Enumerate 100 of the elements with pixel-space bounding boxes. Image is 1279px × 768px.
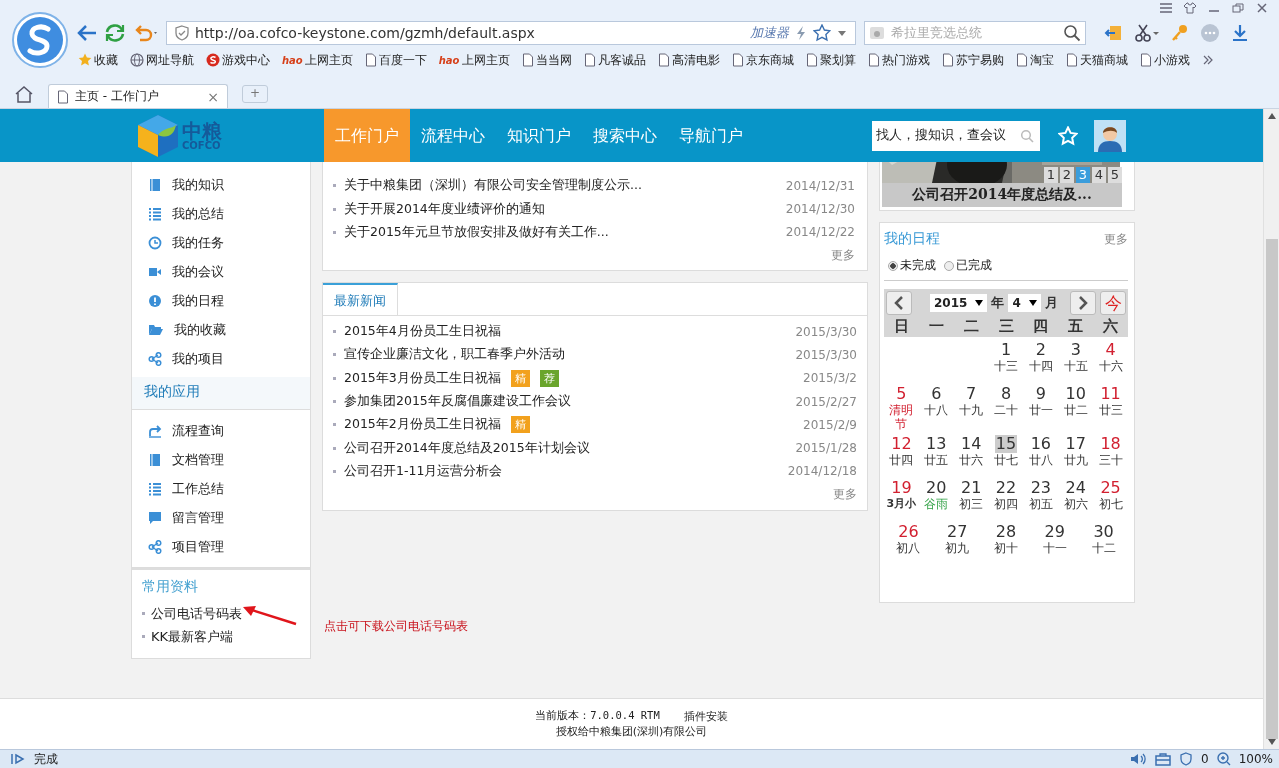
calendar-day[interactable]: 1 十三 — [988, 341, 1024, 381]
sidebar-item[interactable]: 项目管理 — [132, 532, 310, 561]
browser-logo-icon[interactable] — [12, 12, 68, 68]
sidebar-item[interactable]: 我的知识 — [132, 170, 310, 199]
document-link[interactable]: KK最新客户端 — [151, 627, 234, 646]
calendar-day[interactable]: 2 十四 — [1023, 341, 1059, 381]
address-bar[interactable]: http://oa.cofco-keystone.com/gzmh/default.aspx 加速器 — [166, 21, 856, 45]
news-link[interactable]: 2015年3月份员工生日祝福 — [344, 369, 501, 387]
zoom-level[interactable]: 100% — [1238, 752, 1273, 766]
news-link[interactable]: 2015年4月份员工生日祝福 — [344, 323, 501, 341]
sidebar-item[interactable]: 文档管理 — [132, 445, 310, 474]
calendar-day[interactable]: 20 谷雨 — [918, 479, 954, 519]
calendar-day[interactable]: 27 初九 — [932, 523, 982, 563]
calendar-day[interactable]: 10 廿二 — [1058, 385, 1094, 431]
calendar-day[interactable]: 22 初四 — [988, 479, 1024, 519]
bookmark-item[interactable]: 游戏中心 — [206, 51, 270, 69]
sidebar-item[interactable]: 我的项目 — [132, 344, 310, 373]
bookmark-item[interactable]: 苏宁易购 — [941, 51, 1004, 69]
bookmark-item[interactable]: hao 上网主页 — [438, 51, 510, 69]
bookmark-item[interactable]: 天猫商城 — [1065, 51, 1128, 69]
calendar-day[interactable]: 4 十六 — [1093, 341, 1128, 381]
calendar-day[interactable]: 18 三十 — [1093, 435, 1128, 475]
previous-month-button[interactable] — [886, 291, 912, 315]
plugin-link[interactable]: 插件安装 — [683, 709, 728, 724]
restore-icon[interactable] — [1231, 2, 1245, 14]
notice-link[interactable]: 关于开展2014年度业绩评价的通知 — [344, 200, 545, 218]
radio-button[interactable] — [944, 260, 954, 271]
calendar-day[interactable]: 19 3月小 — [884, 479, 919, 519]
today-button[interactable]: 今 — [1100, 291, 1126, 315]
notice-link[interactable]: 关于2015年元旦节放假安排及做好有关工作... — [344, 223, 609, 241]
sidebar-item[interactable]: 留言管理 — [132, 503, 310, 532]
slide-caption[interactable]: 公司召开2014年度总结及... — [882, 183, 1122, 207]
exit-icon[interactable] — [1104, 23, 1124, 43]
bookmark-item[interactable]: hao 上网主页 — [282, 51, 353, 69]
bookmark-item[interactable]: 收藏 — [78, 51, 118, 69]
sidebar-toggle-icon[interactable] — [10, 752, 26, 766]
home-icon[interactable] — [14, 85, 34, 103]
page-number[interactable]: 5 — [1108, 167, 1122, 183]
calendar-day[interactable]: 24 初六 — [1058, 479, 1094, 519]
calendar-day[interactable]: 12 廿四 — [884, 435, 919, 475]
bookmark-item[interactable]: 聚划算 — [805, 51, 856, 69]
calendar-day[interactable]: 9 廿一 — [1023, 385, 1059, 431]
bookmark-item[interactable]: 京东商城 — [731, 51, 794, 69]
page-number[interactable]: 1 — [1044, 167, 1058, 183]
sidebar-item[interactable]: 我的任务 — [132, 228, 310, 257]
news-link[interactable]: 2015年2月份员工生日祝福 — [344, 416, 501, 434]
lightning-icon[interactable] — [795, 25, 807, 41]
notice-link[interactable]: 关于中粮集团（深圳）有限公司安全管理制度公示... — [344, 177, 642, 195]
calendar-day[interactable]: 3 十五 — [1058, 341, 1094, 381]
accelerator-label[interactable]: 加速器 — [750, 24, 789, 42]
calendar-day[interactable]: 28 初十 — [981, 523, 1031, 563]
radio-button[interactable] — [888, 260, 898, 271]
calendar-day[interactable]: 17 廿九 — [1058, 435, 1094, 475]
document-link[interactable]: 公司电话号码表 — [151, 604, 242, 623]
portal-search-field[interactable]: 找人，搜知识，查会议 — [872, 120, 1040, 151]
shield-icon[interactable] — [1179, 752, 1194, 766]
menu-icon[interactable] — [1159, 2, 1173, 14]
more-link[interactable]: 更多 — [833, 487, 857, 502]
calendar-day[interactable]: 30 十二 — [1079, 523, 1128, 563]
calendar-day[interactable]: 14 廿六 — [953, 435, 989, 475]
radio-option[interactable]: 已完成 — [944, 257, 992, 274]
sidebar-item[interactable]: 我的会议 — [132, 257, 310, 286]
news-link[interactable]: 公司召开2014年度总结及2015年计划会议 — [344, 439, 590, 457]
news-link[interactable]: 宣传企业廉洁文化，职工春季户外活动 — [344, 346, 565, 364]
year-select[interactable]: 2015 — [930, 294, 988, 312]
briefcase-icon[interactable] — [1155, 752, 1172, 766]
download-icon[interactable] — [1230, 23, 1250, 43]
bookmark-item[interactable]: 当当网 — [521, 51, 572, 69]
browser-tab[interactable]: 主页 - 工作门户 × — [48, 84, 228, 108]
month-select[interactable]: 4 — [1008, 294, 1041, 312]
calendar-day[interactable]: 15 廿七 — [988, 435, 1024, 475]
bookmark-item[interactable]: 百度一下 — [364, 51, 427, 69]
calendar-day[interactable]: 7 十九 — [953, 385, 989, 431]
speaker-icon[interactable] — [1129, 752, 1148, 766]
radio-option[interactable]: 未完成 — [888, 257, 936, 274]
calendar-day[interactable]: 11 廿三 — [1093, 385, 1128, 431]
dropdown-caret-icon[interactable] — [837, 29, 847, 37]
bookmark-item[interactable]: 小游戏 — [1139, 51, 1190, 69]
sidebar-item[interactable]: 我的日程 — [132, 286, 310, 315]
tab-close-button[interactable]: × — [207, 88, 219, 105]
bookmark-item[interactable]: 热门游戏 — [867, 51, 930, 69]
zoom-icon[interactable] — [1216, 752, 1231, 766]
news-link[interactable]: 公司召开1-11月运营分析会 — [344, 462, 503, 480]
more-link[interactable]: 更多 — [1104, 230, 1128, 248]
calendar-day[interactable]: 6 十八 — [918, 385, 954, 431]
page-number[interactable]: 4 — [1092, 167, 1106, 183]
sidebar-item[interactable]: 我的收藏 — [132, 315, 310, 344]
page-number[interactable]: 2 — [1060, 167, 1074, 183]
bookmark-item[interactable]: 高清电影 — [657, 51, 720, 69]
news-link[interactable]: 参加集团2015年反腐倡廉建设工作会议 — [344, 393, 571, 411]
sidebar-item[interactable]: 工作总结 — [132, 474, 310, 503]
sidebar-item[interactable]: 流程查询 — [132, 416, 310, 445]
new-tab-button[interactable]: + — [242, 85, 268, 103]
calendar-day[interactable]: 25 初七 — [1093, 479, 1128, 519]
calendar-day[interactable]: 23 初五 — [1023, 479, 1059, 519]
bookmark-item[interactable]: 网址导航 — [130, 51, 194, 69]
calendar-day[interactable]: 21 初三 — [953, 479, 989, 519]
bookmark-item[interactable]: 凡客诚品 — [583, 51, 646, 69]
calendar-day[interactable]: 8 二十 — [988, 385, 1024, 431]
more-link[interactable]: 更多 — [831, 248, 855, 262]
